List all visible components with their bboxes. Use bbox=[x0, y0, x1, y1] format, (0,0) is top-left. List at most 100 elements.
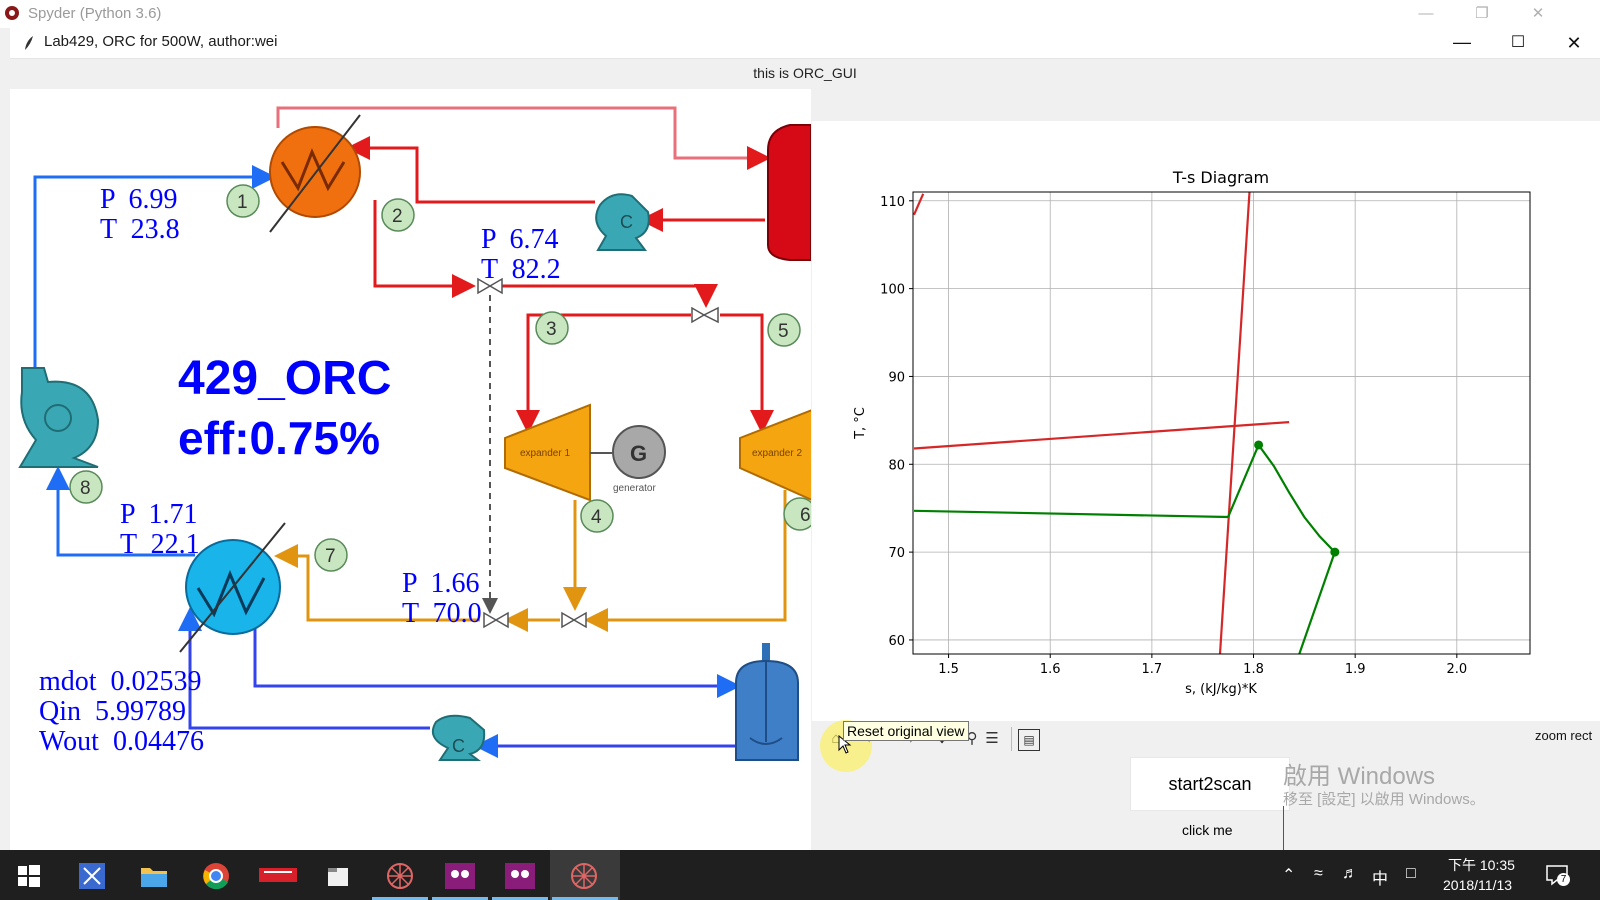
mix-valve-2-icon bbox=[561, 611, 587, 629]
y-tick-label: 70 bbox=[888, 546, 905, 561]
y-tick-label: 100 bbox=[880, 283, 905, 298]
t1-readout: T 23.8 bbox=[100, 214, 180, 245]
state-point-1 bbox=[1254, 440, 1264, 450]
y-axis-label: T, °C bbox=[853, 407, 868, 440]
file-explorer-app[interactable] bbox=[124, 850, 184, 900]
plot-background bbox=[913, 192, 1530, 654]
expander-2-label: expander 2 bbox=[752, 448, 802, 459]
y-tick-label: 60 bbox=[888, 634, 905, 649]
node-4-label: 4 bbox=[591, 507, 602, 528]
outer-restore-button[interactable]: ❐ bbox=[1460, 2, 1504, 26]
toolbar-mode-message: zoom rect bbox=[1535, 728, 1593, 743]
presentation-app[interactable] bbox=[430, 850, 490, 900]
taskbar: ⌃ ≈ ♬ 中 □ 下午 10:35 2018/11/13 7 bbox=[0, 850, 1600, 900]
x-tick-label: 2.0 bbox=[1446, 662, 1467, 677]
window-titlebar: Lab429, ORC for 500W, author:wei — ☐ ✕ bbox=[10, 28, 1600, 59]
x-tick-label: 1.8 bbox=[1243, 662, 1264, 677]
t2-readout: T 82.2 bbox=[481, 254, 561, 285]
x-tick-label: 1.5 bbox=[938, 662, 959, 677]
tray-overflow-icon[interactable]: ⌃ bbox=[1282, 865, 1295, 885]
presentation-app-icon-2 bbox=[505, 863, 535, 889]
clock-time[interactable]: 下午 10:35 bbox=[1448, 855, 1515, 875]
outer-window-title: Spyder (Python 3.6) bbox=[28, 5, 162, 22]
x-axis-label: s, (kJ/kg)*K bbox=[1185, 682, 1257, 697]
minimize-button[interactable]: — bbox=[1442, 30, 1482, 56]
qin-readout: Qin 5.99789 bbox=[39, 696, 186, 727]
node-2-label: 2 bbox=[392, 206, 403, 227]
chrome-app[interactable] bbox=[186, 850, 246, 900]
node-1-label: 1 bbox=[237, 192, 248, 213]
start-scan-button[interactable]: start2scan bbox=[1130, 757, 1290, 811]
p3-readout: P 1.71 bbox=[120, 499, 198, 530]
mdot-readout: mdot 0.02539 bbox=[39, 666, 202, 697]
node-7-label: 7 bbox=[325, 546, 336, 567]
readouts: P 6.99 T 23.8 P 6.74 T 82.2 P 1.71 T 22.… bbox=[39, 184, 561, 757]
volume-icon[interactable]: ♬ bbox=[1342, 865, 1358, 883]
p1-readout: P 6.99 bbox=[100, 184, 178, 215]
hot-pump-symbol: C bbox=[620, 212, 633, 232]
click-me-button[interactable]: click me bbox=[1182, 822, 1233, 838]
evaporator-icon bbox=[269, 114, 361, 233]
node-5-label: 5 bbox=[778, 321, 789, 342]
p2-readout: P 6.74 bbox=[481, 224, 559, 255]
spyder-active-app[interactable] bbox=[550, 850, 620, 900]
expander-1-label: expander 1 bbox=[520, 448, 570, 459]
clock-date[interactable]: 2018/11/13 bbox=[1443, 877, 1512, 893]
generator-symbol: G bbox=[630, 441, 647, 466]
ts-chart-area: 1.5 1.6 1.7 1.8 1.9 2.0 60 70 80 90 100 110 T-s Dia… bbox=[812, 121, 1600, 721]
generator-label: generator bbox=[613, 483, 656, 494]
efficiency-label: eff:0.75% bbox=[178, 412, 380, 464]
outer-close-button[interactable]: ✕ bbox=[1516, 2, 1560, 26]
x-tick-label: 1.7 bbox=[1142, 662, 1163, 677]
spyder-app[interactable] bbox=[370, 850, 430, 900]
outer-minimize-button[interactable]: — bbox=[1404, 2, 1448, 26]
configure-subplots-icon[interactable]: ☰ bbox=[980, 727, 1004, 751]
reset-view-tooltip: Reset original view bbox=[843, 721, 969, 741]
start-button[interactable] bbox=[0, 850, 60, 900]
expander-1-icon: expander 1 bbox=[504, 403, 591, 502]
close-button[interactable]: ✕ bbox=[1554, 30, 1594, 56]
schematic-canvas: C C expander 1 expander 2 G generator 1 … bbox=[18, 106, 811, 761]
wifi-icon[interactable]: ≈ bbox=[1314, 865, 1323, 883]
outer-titlebar: Spyder (Python 3.6) — ❐ ✕ bbox=[0, 0, 1600, 28]
chrome-icon bbox=[203, 863, 229, 890]
node-8-label: 8 bbox=[80, 478, 91, 499]
heat-source-tank-icon bbox=[767, 124, 811, 261]
unit-app-icon bbox=[259, 868, 297, 882]
activation-watermark-subtitle: 移至 [設定] 以啟用 Windows。 bbox=[1283, 791, 1485, 808]
feather-icon bbox=[25, 36, 33, 50]
t4-readout: T 70.0 bbox=[402, 598, 482, 629]
ts-chart: 1.5 1.6 1.7 1.8 1.9 2.0 60 70 80 90 100 110 T-s Dia… bbox=[853, 168, 1531, 697]
presentation-app-icon bbox=[445, 863, 475, 889]
chart-title: T-s Diagram bbox=[1172, 168, 1269, 187]
orc-title: 429_ORC bbox=[178, 352, 391, 405]
state-point-2 bbox=[1330, 547, 1340, 557]
cooling-tank-icon bbox=[735, 643, 799, 761]
files-icon bbox=[328, 868, 348, 886]
input-mode-icon[interactable]: □ bbox=[1406, 865, 1416, 883]
y-tick-label: 80 bbox=[888, 458, 905, 473]
split-valve-icon bbox=[691, 306, 719, 324]
unit-app[interactable] bbox=[248, 850, 308, 900]
window-title: Lab429, ORC for 500W, author:wei bbox=[44, 33, 278, 50]
files-app[interactable] bbox=[308, 850, 368, 900]
mix-valve-1-icon bbox=[483, 611, 509, 629]
y-tick-label: 110 bbox=[880, 195, 905, 210]
save-icon[interactable]: ▤ bbox=[1018, 729, 1040, 751]
p4-readout: P 1.66 bbox=[402, 568, 480, 599]
header-label: this is ORC_GUI bbox=[753, 65, 857, 81]
notification-count: 7 bbox=[1557, 873, 1570, 886]
spyder-logo-icon bbox=[5, 6, 19, 20]
gui-header: this is ORC_GUI bbox=[10, 59, 1600, 89]
network-app[interactable] bbox=[62, 850, 122, 900]
file-explorer-icon bbox=[141, 868, 167, 887]
x-tick-label: 1.6 bbox=[1040, 662, 1061, 677]
activation-watermark-title: 啟用 Windows bbox=[1283, 763, 1436, 790]
presentation-app-2[interactable] bbox=[490, 850, 550, 900]
orc-schematic: C C expander 1 expander 2 G generator 1 … bbox=[10, 89, 811, 850]
notification-center-icon[interactable]: 7 bbox=[1545, 863, 1570, 886]
node-6-label: 6 bbox=[800, 505, 811, 526]
maximize-button[interactable]: ☐ bbox=[1498, 30, 1538, 56]
windows-start-icon bbox=[18, 865, 40, 887]
ime-indicator[interactable]: 中 bbox=[1372, 865, 1388, 889]
